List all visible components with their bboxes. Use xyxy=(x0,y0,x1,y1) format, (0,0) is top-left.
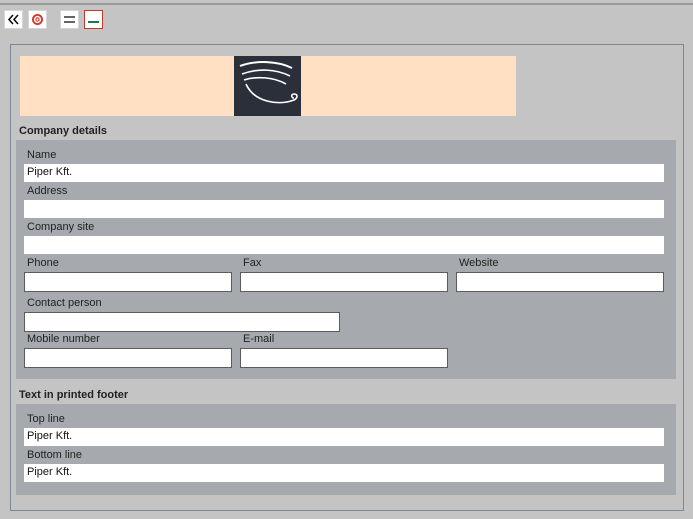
help-button[interactable] xyxy=(28,10,47,29)
lifebuoy-icon xyxy=(32,14,43,25)
line-view-button[interactable] xyxy=(84,10,103,29)
company-site-label: Company site xyxy=(27,221,95,233)
address-field[interactable] xyxy=(24,200,664,218)
company-banner xyxy=(20,56,516,116)
fax-field[interactable] xyxy=(240,272,448,292)
company-logo xyxy=(234,56,301,116)
footer-title: Text in printed footer xyxy=(19,389,129,401)
underline-icon xyxy=(88,21,99,23)
bottom-line-label: Bottom line xyxy=(27,449,83,461)
fax-label: Fax xyxy=(243,257,262,269)
top-line-field[interactable]: Piper Kft. xyxy=(24,428,664,446)
website-field[interactable] xyxy=(456,272,664,292)
company-site-field[interactable] xyxy=(24,236,664,254)
website-label: Website xyxy=(459,257,499,269)
two-lines-icon xyxy=(64,16,75,23)
company-details-group: Name Piper Kft. Address Company site Pho… xyxy=(16,140,676,379)
email-label: E-mail xyxy=(243,333,275,345)
phone-field[interactable] xyxy=(24,272,232,292)
contact-person-label: Contact person xyxy=(27,297,102,309)
name-field[interactable]: Piper Kft. xyxy=(24,164,664,182)
email-field[interactable] xyxy=(240,348,448,368)
address-label: Address xyxy=(27,185,68,197)
company-details-title: Company details xyxy=(19,125,108,137)
footer-group: Top line Piper Kft. Bottom line Piper Kf… xyxy=(16,404,676,495)
name-label: Name xyxy=(27,149,57,161)
mobile-number-label: Mobile number xyxy=(27,333,100,345)
phone-label: Phone xyxy=(27,257,59,269)
top-border xyxy=(0,3,693,5)
contact-person-field[interactable] xyxy=(24,312,340,332)
eye-logo-icon xyxy=(239,61,298,104)
rows-view-button[interactable] xyxy=(60,10,79,29)
double-chevron-left-icon xyxy=(7,14,19,25)
bottom-line-field[interactable]: Piper Kft. xyxy=(24,464,664,482)
back-button[interactable] xyxy=(4,10,23,29)
top-line-label: Top line xyxy=(27,413,65,425)
mobile-number-field[interactable] xyxy=(24,348,232,368)
